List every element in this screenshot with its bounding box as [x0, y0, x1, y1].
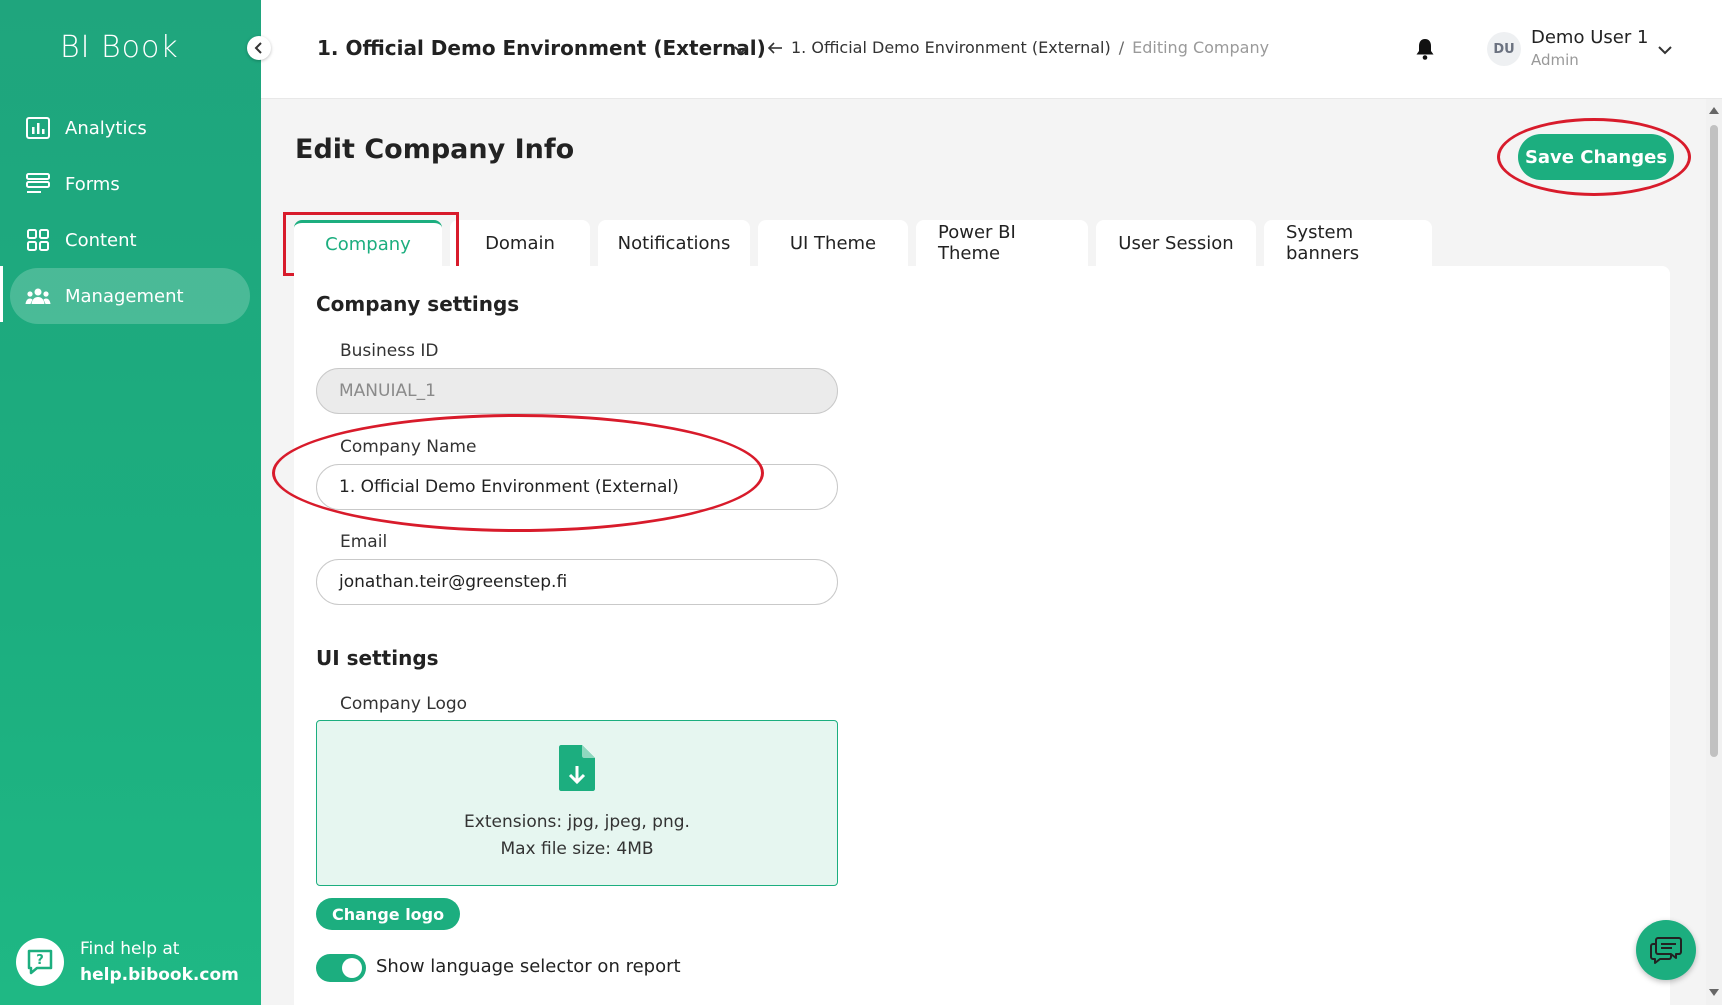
- business-id-input: MANUIAL_1: [316, 368, 838, 414]
- scroll-down-icon[interactable]: [1709, 989, 1719, 996]
- breadcrumb-current: Editing Company: [1132, 38, 1270, 57]
- sidebar-nav: Analytics Forms Content Management: [10, 100, 250, 324]
- company-settings-panel: Company settings Business ID MANUIAL_1 C…: [272, 266, 1670, 1005]
- save-changes-button[interactable]: Save Changes: [1518, 134, 1674, 180]
- chart-icon: [25, 115, 51, 141]
- help-icon: ?: [16, 938, 64, 986]
- user-menu-chevron-icon[interactable]: [1657, 40, 1673, 59]
- top-header: 1. Official Demo Environment (External) …: [261, 0, 1722, 99]
- sidebar-item-forms[interactable]: Forms: [10, 156, 250, 212]
- toggle-knob: [342, 958, 362, 978]
- logo-max-size-text: Max file size: 4MB: [500, 838, 654, 859]
- breadcrumb-separator: /: [1118, 38, 1125, 57]
- help-line: Find help at: [80, 939, 180, 959]
- scroll-thumb[interactable]: [1710, 125, 1718, 757]
- sidebar-item-management[interactable]: Management: [10, 268, 250, 324]
- environment-title: 1. Official Demo Environment (External): [317, 36, 766, 60]
- company-name-input[interactable]: 1. Official Demo Environment (External): [316, 464, 838, 510]
- chevron-left-icon: [254, 42, 262, 54]
- active-indicator: [0, 266, 3, 322]
- grid-icon: [25, 227, 51, 253]
- email-input[interactable]: jonathan.teir@greenstep.fi: [316, 559, 838, 605]
- tab-power-bi-theme[interactable]: Power BI Theme: [916, 220, 1088, 266]
- chevron-down-icon[interactable]: [733, 40, 749, 59]
- svg-text:?: ?: [36, 953, 44, 968]
- page-scrollbar[interactable]: [1706, 99, 1722, 1005]
- sidebar-item-label: Analytics: [65, 117, 147, 139]
- sidebar-item-content[interactable]: Content: [10, 212, 250, 268]
- user-role: Admin: [1531, 51, 1579, 69]
- collapse-sidebar-button[interactable]: [247, 36, 271, 60]
- user-name: Demo User 1: [1531, 27, 1649, 48]
- sidebar-item-label: Forms: [65, 173, 120, 195]
- tab-notifications[interactable]: Notifications: [598, 220, 750, 266]
- breadcrumb: 1. Official Demo Environment (External) …: [767, 38, 1269, 57]
- help-text: Find help at help.bibook.com: [80, 936, 239, 988]
- sidebar-item-analytics[interactable]: Analytics: [10, 100, 250, 156]
- back-arrow-icon[interactable]: [767, 41, 783, 54]
- scroll-up-icon[interactable]: [1709, 107, 1719, 114]
- business-id-label: Business ID: [340, 341, 439, 361]
- page-title: Edit Company Info: [295, 134, 575, 165]
- company-name-label: Company Name: [340, 437, 477, 457]
- company-settings-title: Company settings: [316, 292, 520, 316]
- company-logo-label: Company Logo: [340, 694, 468, 714]
- brand-logo: BI Book: [60, 30, 179, 65]
- breadcrumb-parent[interactable]: 1. Official Demo Environment (External): [791, 38, 1111, 57]
- file-download-icon: [558, 744, 596, 801]
- language-selector-toggle[interactable]: [316, 954, 366, 982]
- tab-company[interactable]: Company: [294, 220, 442, 266]
- logo-extensions-text: Extensions: jpg, jpeg, png.: [464, 811, 690, 832]
- tab-domain[interactable]: Domain: [450, 220, 590, 266]
- tab-system-banners[interactable]: System banners: [1264, 220, 1432, 266]
- tab-user-session[interactable]: User Session: [1096, 220, 1256, 266]
- users-icon: [25, 283, 51, 309]
- logo-dropzone[interactable]: Extensions: jpg, jpeg, png. Max file siz…: [316, 720, 838, 886]
- sidebar-item-label: Content: [65, 229, 137, 251]
- settings-tabs: Company Domain Notifications UI Theme Po…: [294, 220, 1440, 266]
- chat-button[interactable]: [1636, 920, 1696, 980]
- chat-icon: [1650, 937, 1682, 964]
- bell-icon[interactable]: [1415, 38, 1435, 64]
- tab-ui-theme[interactable]: UI Theme: [758, 220, 908, 266]
- forms-icon: [25, 171, 51, 197]
- change-logo-button[interactable]: Change logo: [316, 898, 461, 930]
- sidebar: BI Book Analytics Forms Content Manageme…: [0, 0, 261, 1005]
- help-link[interactable]: ? Find help at help.bibook.com: [16, 936, 239, 988]
- ui-settings-title: UI settings: [316, 646, 439, 670]
- avatar[interactable]: DU: [1487, 32, 1521, 66]
- language-selector-label: Show language selector on report: [376, 956, 681, 977]
- help-url[interactable]: help.bibook.com: [80, 962, 239, 988]
- email-label: Email: [340, 532, 388, 552]
- sidebar-item-label: Management: [65, 285, 184, 307]
